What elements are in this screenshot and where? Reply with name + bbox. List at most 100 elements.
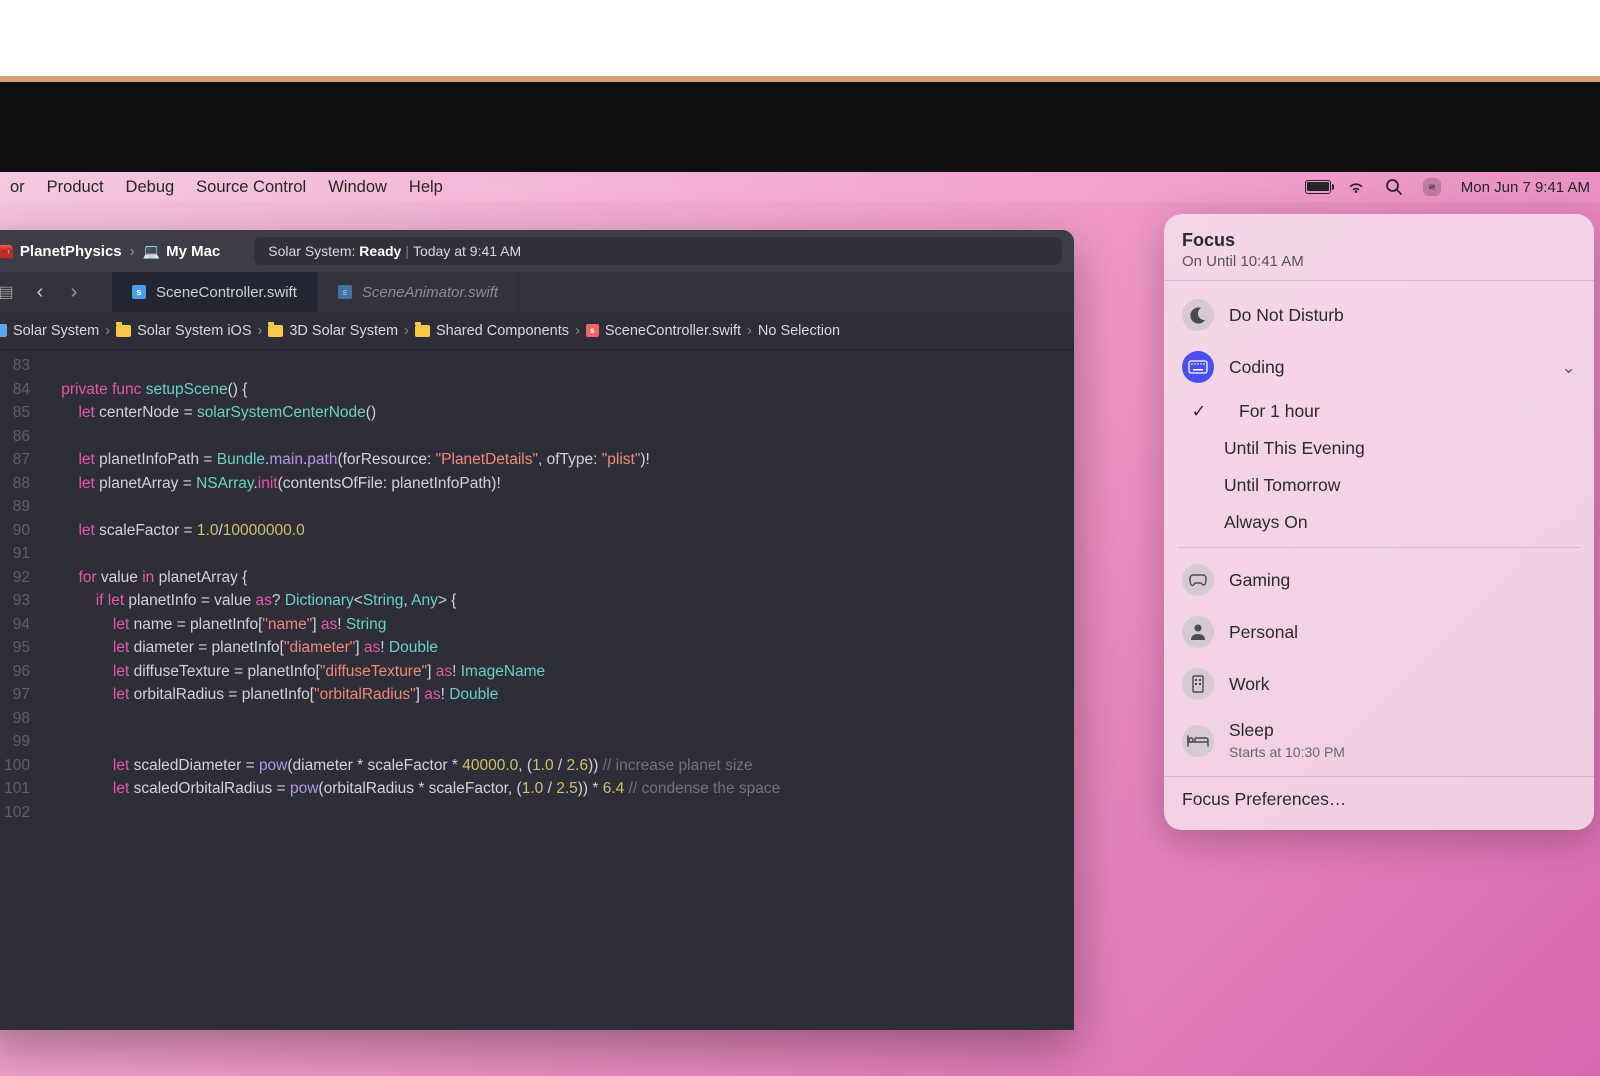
code-content[interactable]: let diffuseTexture = planetInfo["diffuse… <box>44 660 545 684</box>
code-content[interactable]: let planetInfoPath = Bundle.main.path(fo… <box>44 448 650 472</box>
code-line[interactable]: 99 <box>0 730 1074 754</box>
laptop-bezel: or Product Debug Source Control Window H… <box>0 82 1600 1076</box>
control-center-icon[interactable] <box>1423 178 1441 196</box>
scheme-selector[interactable]: 🧰 PlanetPhysics › 💻 My Mac <box>0 241 220 261</box>
focus-duration-evening[interactable]: Until This Evening <box>1164 430 1594 467</box>
focus-mode-sleep[interactable]: SleepStarts at 10:30 PM <box>1164 710 1594 772</box>
menu-item-help[interactable]: Help <box>409 178 443 197</box>
line-number: 93 <box>0 589 44 613</box>
line-number: 84 <box>0 378 44 402</box>
code-line[interactable]: 96 let diffuseTexture = planetInfo["diff… <box>0 660 1074 684</box>
code-line[interactable]: 92 for value in planetArray { <box>0 566 1074 590</box>
line-number: 96 <box>0 660 44 684</box>
line-number: 101 <box>0 777 44 801</box>
code-content[interactable]: let scaledDiameter = pow(diameter * scal… <box>44 754 753 778</box>
code-content[interactable]: private func setupScene() { <box>44 378 247 402</box>
code-line[interactable]: 87 let planetInfoPath = Bundle.main.path… <box>0 448 1074 472</box>
code-line[interactable]: 90 let scaleFactor = 1.0/10000000.0 <box>0 519 1074 543</box>
nav-forward-button[interactable]: › <box>62 281 86 304</box>
code-line[interactable]: 102 <box>0 801 1074 825</box>
keyboard-icon <box>1182 351 1214 383</box>
tab-scene-controller[interactable]: s SceneController.swift <box>112 272 318 312</box>
focus-duration-tomorrow[interactable]: Until Tomorrow <box>1164 467 1594 504</box>
code-content[interactable]: let scaleFactor = 1.0/10000000.0 <box>44 519 305 543</box>
line-number: 89 <box>0 495 44 519</box>
code-line[interactable]: 98 <box>0 707 1074 731</box>
breadcrumb-item[interactable]: Solar System iOS <box>137 323 251 339</box>
code-content[interactable]: let scaledOrbitalRadius = pow(orbitalRad… <box>44 777 780 801</box>
menu-item-source-control[interactable]: Source Control <box>196 178 306 197</box>
code-line[interactable]: 93 if let planetInfo = value as? Diction… <box>0 589 1074 613</box>
focus-mode-dnd[interactable]: Do Not Disturb <box>1164 289 1594 341</box>
focus-mode-work[interactable]: Work <box>1164 658 1594 710</box>
divider <box>1178 547 1580 548</box>
focus-duration-1hour[interactable]: ✓For 1 hour <box>1164 393 1594 430</box>
focus-mode-coding[interactable]: Coding ⌄ <box>1164 341 1594 393</box>
building-icon <box>1182 668 1214 700</box>
tab-scene-animator[interactable]: s SceneAnimator.swift <box>318 272 519 312</box>
clock[interactable]: Mon Jun 7 9:41 AM <box>1461 179 1590 196</box>
jump-bar[interactable]: Solar System› Solar System iOS› 3D Solar… <box>0 312 1074 350</box>
breadcrumb-item[interactable]: Solar System <box>13 323 99 339</box>
spotlight-icon[interactable] <box>1385 178 1403 196</box>
person-icon <box>1182 616 1214 648</box>
bed-icon <box>1182 725 1214 757</box>
menu-item-truncated[interactable]: or <box>10 178 25 197</box>
battery-icon[interactable] <box>1309 178 1327 196</box>
swift-file-icon: s <box>338 285 352 299</box>
code-line[interactable]: 91 <box>0 542 1074 566</box>
line-number: 100 <box>0 754 44 778</box>
code-line[interactable]: 95 let diameter = planetInfo["diameter"]… <box>0 636 1074 660</box>
breadcrumb-item[interactable]: No Selection <box>758 323 840 339</box>
duration-label: For 1 hour <box>1239 401 1320 422</box>
code-content[interactable]: let orbitalRadius = planetInfo["orbitalR… <box>44 683 498 707</box>
folder-icon <box>116 325 131 337</box>
code-editor[interactable]: 8384 private func setupScene() {85 let c… <box>0 350 1074 828</box>
focus-mode-personal[interactable]: Personal <box>1164 606 1594 658</box>
code-line[interactable]: 101 let scaledOrbitalRadius = pow(orbita… <box>0 777 1074 801</box>
swift-file-icon: s <box>132 285 146 299</box>
code-content[interactable]: let centerNode = solarSystemCenterNode() <box>44 401 376 425</box>
menu-item-debug[interactable]: Debug <box>126 178 175 197</box>
breadcrumb-item[interactable]: 3D Solar System <box>289 323 398 339</box>
breadcrumb-item[interactable]: SceneController.swift <box>605 323 741 339</box>
tab-label: SceneAnimator.swift <box>362 284 498 301</box>
code-line[interactable]: 88 let planetArray = NSArray.init(conten… <box>0 472 1074 496</box>
line-number: 94 <box>0 613 44 637</box>
focus-mode-gaming[interactable]: Gaming <box>1164 554 1594 606</box>
focus-mode-label: Coding <box>1229 357 1546 378</box>
breadcrumb-item[interactable]: Shared Components <box>436 323 569 339</box>
code-line[interactable]: 84 private func setupScene() { <box>0 378 1074 402</box>
popover-subtitle: On Until 10:41 AM <box>1182 253 1576 270</box>
code-line[interactable]: 83 <box>0 354 1074 378</box>
run-destination: My Mac <box>166 243 220 260</box>
code-line[interactable]: 85 let centerNode = solarSystemCenterNod… <box>0 401 1074 425</box>
menu-item-product[interactable]: Product <box>47 178 104 197</box>
focus-duration-always[interactable]: Always On <box>1164 504 1594 541</box>
focus-preferences-link[interactable]: Focus Preferences… <box>1164 776 1594 822</box>
nav-back-button[interactable]: ‹ <box>28 281 52 304</box>
line-number: 97 <box>0 683 44 707</box>
code-content[interactable]: let planetArray = NSArray.init(contentsO… <box>44 472 501 496</box>
menu-item-window[interactable]: Window <box>328 178 387 197</box>
line-number: 99 <box>0 730 44 754</box>
code-content[interactable]: if let planetInfo = value as? Dictionary… <box>44 589 456 613</box>
code-content[interactable]: let name = planetInfo["name"] as! String <box>44 613 386 637</box>
code-content[interactable]: for value in planetArray { <box>44 566 247 590</box>
moon-icon <box>1182 299 1214 331</box>
duration-label: Until This Evening <box>1224 438 1365 459</box>
related-items-icon[interactable]: ▤ <box>0 282 18 302</box>
code-line[interactable]: 100 let scaledDiameter = pow(diameter * … <box>0 754 1074 778</box>
line-number: 95 <box>0 636 44 660</box>
controller-icon <box>1182 564 1214 596</box>
code-content[interactable]: let diameter = planetInfo["diameter"] as… <box>44 636 438 660</box>
focus-popover: Focus On Until 10:41 AM Do Not Disturb C… <box>1164 214 1594 830</box>
chevron-down-icon: ⌄ <box>1561 357 1576 378</box>
code-line[interactable]: 89 <box>0 495 1074 519</box>
wifi-icon[interactable] <box>1347 178 1365 196</box>
scheme-name: PlanetPhysics <box>20 243 122 260</box>
code-line[interactable]: 94 let name = planetInfo["name"] as! Str… <box>0 613 1074 637</box>
line-number: 83 <box>0 354 44 378</box>
code-line[interactable]: 97 let orbitalRadius = planetInfo["orbit… <box>0 683 1074 707</box>
code-line[interactable]: 86 <box>0 425 1074 449</box>
